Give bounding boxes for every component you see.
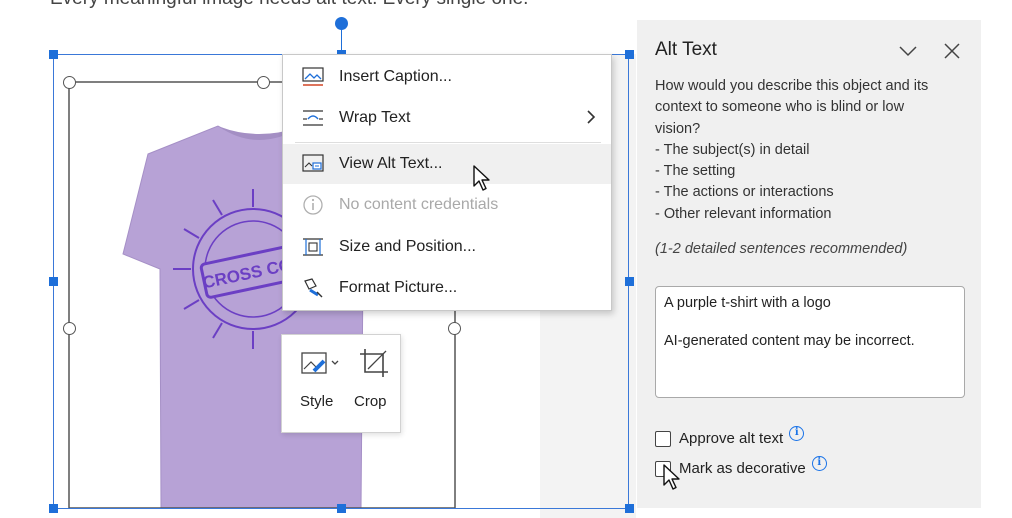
close-pane-button[interactable] <box>942 41 962 61</box>
pane-title: Alt Text <box>655 39 717 60</box>
menu-separator <box>295 142 601 143</box>
sentence-hint: (1-2 detailed sentences recommended) <box>655 241 908 257</box>
description-line: - The setting <box>655 163 736 180</box>
context-menu: Insert Caption... Wrap Text View Alt Tex… <box>282 54 612 311</box>
description-line: How would you describe this object and i… <box>655 78 929 94</box>
alt-text-value: A purple t-shirt with a logo <box>664 295 831 311</box>
crop-button[interactable]: Crop <box>352 335 396 432</box>
mark-decorative-label: Mark as decorative <box>679 460 806 477</box>
resize-handle-top-left[interactable] <box>49 50 58 59</box>
menu-item-label: Insert Caption... <box>339 68 452 85</box>
ai-generated-notice: AI-generated content may be incorrect. <box>664 333 915 349</box>
menu-item-label: Wrap Text <box>339 109 411 126</box>
chevron-right-icon <box>585 109 597 130</box>
wrap-text-icon <box>300 107 326 129</box>
menu-item-label: Format Picture... <box>339 279 458 296</box>
description-line: context to someone who is blind or low <box>655 99 905 116</box>
resize-handle-top-right[interactable] <box>625 50 634 59</box>
info-icon[interactable]: i <box>811 456 827 471</box>
format-picture-icon <box>300 277 326 299</box>
resize-handle-right[interactable] <box>625 277 634 286</box>
menu-item-format-picture[interactable]: Format Picture... <box>283 268 611 308</box>
resize-handle-bottom-left[interactable] <box>49 504 58 513</box>
resize-handle-left[interactable] <box>49 277 58 286</box>
menu-item-wrap-text[interactable]: Wrap Text <box>283 98 611 138</box>
approve-alt-text-label: Approve alt text <box>679 430 784 447</box>
approve-alt-text-checkbox[interactable] <box>655 430 671 447</box>
insert-caption-icon <box>300 66 326 88</box>
collapse-pane-button[interactable] <box>898 41 918 61</box>
menu-item-label: No content credentials <box>339 196 499 213</box>
resize-handle-bottom-right[interactable] <box>625 504 634 513</box>
menu-item-no-content-credentials: No content credentials <box>283 185 611 225</box>
menu-item-size-position[interactable]: Size and Position... <box>283 227 611 267</box>
menu-item-insert-caption[interactable]: Insert Caption... <box>283 57 611 97</box>
info-icon[interactable]: i <box>789 426 805 441</box>
menu-item-label: View Alt Text... <box>339 155 443 172</box>
description-line: - The actions or interactions <box>655 184 834 201</box>
size-position-icon <box>300 236 326 258</box>
picture-style-icon <box>300 349 340 384</box>
rotation-handle[interactable] <box>335 17 348 30</box>
chevron-down-icon <box>899 46 917 57</box>
crop-icon <box>358 347 390 384</box>
approve-alt-text-row: Approve alt text i <box>655 426 805 447</box>
crop-handle-left[interactable] <box>63 322 76 335</box>
pane-description: How would you describe this object and i… <box>655 76 975 225</box>
crop-button-label: Crop <box>354 393 387 410</box>
crop-handle-right[interactable] <box>448 322 461 335</box>
description-line: vision? <box>655 120 701 137</box>
menu-item-label: Size and Position... <box>339 238 476 255</box>
mouse-cursor-icon <box>663 464 680 490</box>
alt-text-icon <box>300 153 326 175</box>
crop-handle-top-left[interactable] <box>63 76 76 89</box>
mouse-cursor-icon <box>473 165 490 191</box>
menu-item-view-alt-text[interactable]: View Alt Text... <box>283 144 611 184</box>
document-caption-text: Every meaningful image needs alt text. E… <box>50 0 528 10</box>
rotation-handle-line <box>341 28 342 50</box>
description-line: - Other relevant information <box>655 205 832 222</box>
resize-handle-bottom[interactable] <box>337 504 346 513</box>
close-icon <box>944 43 960 59</box>
alt-text-pane: Alt Text How would you describe this obj… <box>637 20 981 508</box>
crop-handle-top[interactable] <box>257 76 270 89</box>
style-button-label: Style <box>300 393 334 410</box>
description-line: - The subject(s) in detail <box>655 141 810 158</box>
style-button[interactable]: Style <box>292 335 352 432</box>
alt-text-input[interactable]: A purple t-shirt with a logo AI-generate… <box>655 286 965 398</box>
picture-mini-toolbar: Style Crop <box>281 334 401 433</box>
info-icon <box>300 194 326 216</box>
